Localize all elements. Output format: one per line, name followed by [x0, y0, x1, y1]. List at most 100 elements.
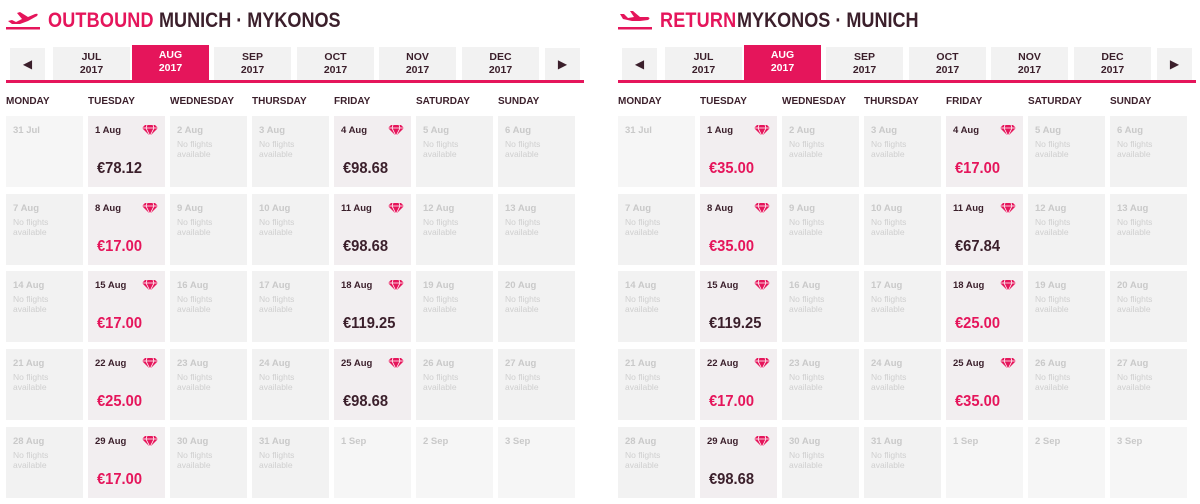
- calendar-day: 13 Aug No flights available: [498, 194, 575, 265]
- calendar-day-available[interactable]: 25 Aug €98.68: [334, 349, 411, 420]
- calendar-day: 28 Aug No flights available: [6, 427, 83, 498]
- calendar-day: 31 Aug No flights available: [252, 427, 329, 498]
- no-flights-text: No flights available: [13, 294, 49, 314]
- no-flights-text: No flights available: [789, 217, 825, 237]
- month-tab-nov[interactable]: NOV 2017: [991, 47, 1068, 80]
- day-date: 9 Aug: [789, 203, 816, 214]
- calendar-day-available[interactable]: 29 Aug €98.68: [700, 427, 777, 498]
- prev-month-button[interactable]: ◀: [622, 48, 657, 80]
- month-label: NOV: [1018, 51, 1041, 63]
- calendar-day: 23 Aug No flights available: [170, 349, 247, 420]
- no-flights-text: No flights available: [871, 372, 907, 392]
- month-label: DEC: [489, 51, 512, 63]
- no-flights-text: No flights available: [177, 294, 213, 314]
- month-tab-sep[interactable]: SEP 2017: [214, 47, 291, 80]
- day-date: 16 Aug: [789, 280, 821, 291]
- calendar-day-available[interactable]: 22 Aug €17.00: [700, 349, 777, 420]
- day-price: €35.00: [709, 238, 755, 255]
- no-flights-text: No flights available: [177, 450, 213, 470]
- calendar-day-available[interactable]: 25 Aug €35.00: [946, 349, 1023, 420]
- no-flights-text: No flights available: [871, 139, 907, 159]
- no-flights-text: No flights available: [177, 217, 213, 237]
- month-year: 2017: [240, 64, 265, 76]
- calendar-day: 12 Aug No flights available: [416, 194, 493, 265]
- month-year: 2017: [935, 64, 960, 76]
- month-tab-aug[interactable]: AUG 2017: [132, 45, 209, 80]
- calendar-day-available[interactable]: 1 Aug €35.00: [700, 116, 777, 187]
- calendar-day-available[interactable]: 15 Aug €17.00: [88, 271, 165, 342]
- month-tab-oct[interactable]: OCT 2017: [297, 47, 374, 80]
- day-price: €17.00: [97, 238, 143, 255]
- day-date: 30 Aug: [177, 436, 209, 447]
- calendar-day-available[interactable]: 8 Aug €17.00: [88, 194, 165, 265]
- calendar-day: 3 Aug No flights available: [252, 116, 329, 187]
- calendar-day: 14 Aug No flights available: [618, 271, 695, 342]
- calendar-day-available[interactable]: 8 Aug €35.00: [700, 194, 777, 265]
- diamond-deal-icon: [142, 279, 158, 291]
- day-date: 28 Aug: [13, 436, 45, 447]
- month-tab-dec[interactable]: DEC 2017: [462, 47, 539, 80]
- diamond-deal-icon: [754, 435, 770, 447]
- month-tab-aug[interactable]: AUG 2017: [744, 45, 821, 80]
- day-date: 31 Aug: [259, 436, 291, 447]
- month-tab-sep[interactable]: SEP 2017: [826, 47, 903, 80]
- day-date: 2 Aug: [789, 125, 816, 136]
- calendar-day-available[interactable]: 11 Aug €67.84: [946, 194, 1023, 265]
- calendar-day: 26 Aug No flights available: [1028, 349, 1105, 420]
- day-date: 29 Aug: [707, 436, 739, 447]
- calendar-day-available[interactable]: 4 Aug €98.68: [334, 116, 411, 187]
- calendar-day-available[interactable]: 22 Aug €25.00: [88, 349, 165, 420]
- calendar-day: 26 Aug No flights available: [416, 349, 493, 420]
- day-date: 7 Aug: [625, 203, 652, 214]
- month-tab-oct[interactable]: OCT 2017: [909, 47, 986, 80]
- weekday-header: WEDNESDAY: [782, 96, 847, 107]
- month-tab-jul[interactable]: JUL 2017: [53, 47, 130, 80]
- month-tab-jul[interactable]: JUL 2017: [665, 47, 742, 80]
- month-tab-nov[interactable]: NOV 2017: [379, 47, 456, 80]
- day-date: 18 Aug: [953, 280, 985, 291]
- day-date: 23 Aug: [789, 358, 821, 369]
- no-flights-text: No flights available: [1035, 139, 1071, 159]
- calendar-day: 14 Aug No flights available: [6, 271, 83, 342]
- no-flights-text: No flights available: [625, 450, 661, 470]
- day-date: 3 Sep: [505, 436, 531, 447]
- calendar-day-available[interactable]: 29 Aug €17.00: [88, 427, 165, 498]
- next-month-button[interactable]: ▶: [1157, 48, 1192, 80]
- month-selector: ◀ JUL 2017 AUG 2017 SEP 2017 OCT 2017 NOV 2017 DEC 2…: [6, 44, 584, 83]
- calendar-day: 17 Aug No flights available: [864, 271, 941, 342]
- weekday-header: MONDAY: [6, 96, 50, 107]
- calendar-day-available[interactable]: 18 Aug €119.25: [334, 271, 411, 342]
- day-date: 16 Aug: [177, 280, 209, 291]
- calendar-day: 6 Aug No flights available: [1110, 116, 1187, 187]
- day-date: 19 Aug: [1035, 280, 1067, 291]
- no-flights-text: No flights available: [505, 139, 541, 159]
- no-flights-text: No flights available: [13, 450, 49, 470]
- calendar-day: 13 Aug No flights available: [1110, 194, 1187, 265]
- calendar-day-available[interactable]: 11 Aug €98.68: [334, 194, 411, 265]
- calendar-day: 1 Sep: [334, 427, 411, 498]
- calendar-day-available[interactable]: 15 Aug €119.25: [700, 271, 777, 342]
- next-month-button[interactable]: ▶: [545, 48, 580, 80]
- no-flights-text: No flights available: [789, 450, 825, 470]
- calendar-day-available[interactable]: 18 Aug €25.00: [946, 271, 1023, 342]
- calendar-day-available[interactable]: 1 Aug €78.12: [88, 116, 165, 187]
- weekday-header: SATURDAY: [416, 96, 470, 107]
- day-date: 17 Aug: [259, 280, 291, 291]
- diamond-deal-icon: [142, 435, 158, 447]
- calendar-day-available[interactable]: 4 Aug €17.00: [946, 116, 1023, 187]
- month-tab-dec[interactable]: DEC 2017: [1074, 47, 1151, 80]
- no-flights-text: No flights available: [871, 217, 907, 237]
- day-date: 8 Aug: [95, 203, 122, 214]
- diamond-deal-icon: [142, 124, 158, 136]
- calendar-day: 7 Aug No flights available: [618, 194, 695, 265]
- calendar-day: 27 Aug No flights available: [498, 349, 575, 420]
- calendar-day: 16 Aug No flights available: [170, 271, 247, 342]
- calendar-day: 6 Aug No flights available: [498, 116, 575, 187]
- plane-takeoff-icon: [6, 8, 48, 35]
- calendar-day: 10 Aug No flights available: [252, 194, 329, 265]
- prev-month-button[interactable]: ◀: [10, 48, 45, 80]
- calendar-day: 27 Aug No flights available: [1110, 349, 1187, 420]
- month-label: DEC: [1101, 51, 1124, 63]
- diamond-deal-icon: [754, 357, 770, 369]
- day-price: €17.00: [97, 315, 143, 332]
